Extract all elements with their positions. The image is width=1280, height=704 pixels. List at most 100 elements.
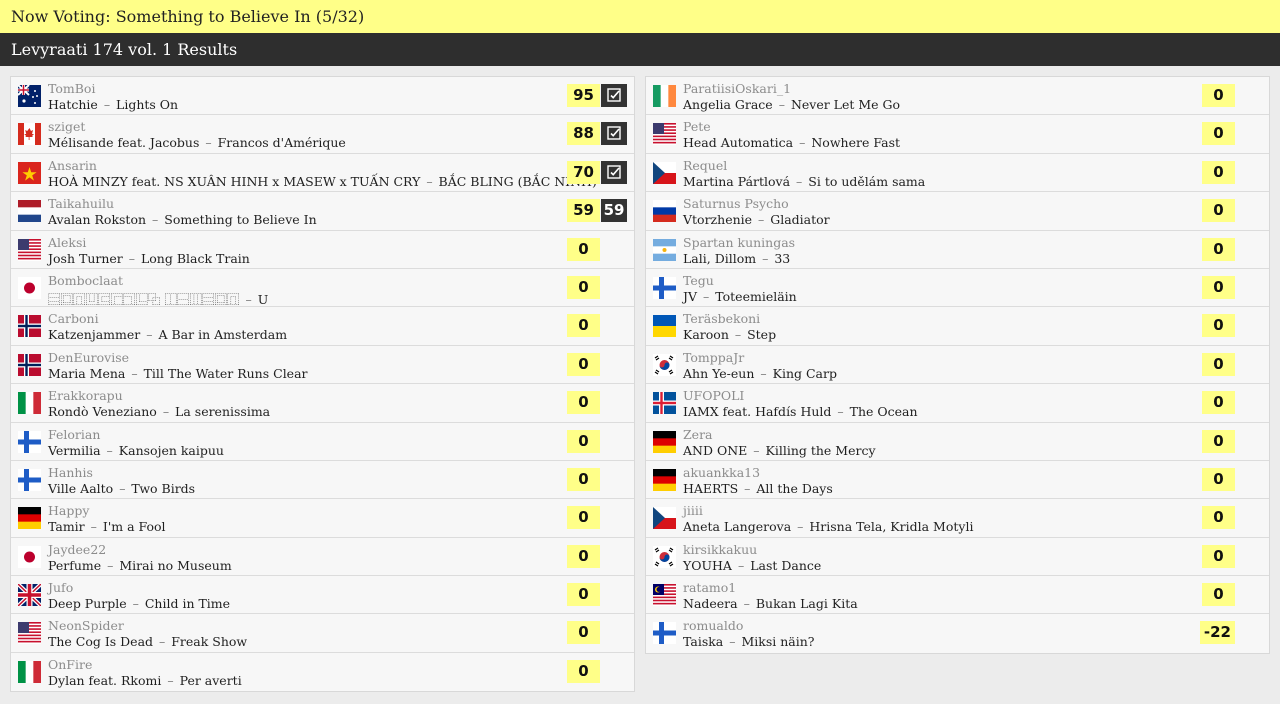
artist-title-separator: – xyxy=(90,519,97,535)
voter-name: sziget xyxy=(48,119,86,135)
voter-name: ParatiisiOskari_1 xyxy=(683,81,792,96)
song-artist: Vermilia xyxy=(48,442,101,458)
voter-name: Taikahuilu xyxy=(48,196,114,212)
flag-is-icon xyxy=(653,392,676,415)
score-badge: 0 xyxy=(567,314,600,338)
song-title: Nowhere Fast xyxy=(811,135,901,151)
score-badge: 0 xyxy=(1202,275,1235,299)
voter-name: Requel xyxy=(683,157,728,173)
song-info: Taiska – Miksi näin? xyxy=(683,634,815,649)
artist-title-separator: – xyxy=(744,480,751,496)
song-title: Per averti xyxy=(179,672,242,688)
score-badge: 0 xyxy=(567,275,600,299)
voter-name: Erakkorapu xyxy=(48,388,123,404)
voter-name: Felorian xyxy=(48,426,101,442)
artist-title-separator: – xyxy=(796,173,803,189)
voter-name: Zera xyxy=(683,426,713,442)
song-title: Mirai no Museum xyxy=(119,557,232,573)
result-row: ParatiisiOskari_1 Angelia Grace – Never L… xyxy=(646,77,1269,116)
result-row: Teräsbekoni Karoon – Step 0 xyxy=(646,307,1269,346)
artist-title-separator: – xyxy=(152,212,159,228)
artist-title-separator: – xyxy=(729,634,736,650)
song-artist: Ahn Ye-eun xyxy=(683,365,755,381)
song-info: Aneta Langerova – Hrisna Tela, Kridla Mo… xyxy=(683,519,973,534)
song-info: Katzenjammer – A Bar in Amsterdam xyxy=(48,327,287,342)
artist-title-separator: – xyxy=(760,365,767,381)
artist-title-separator: – xyxy=(797,519,804,535)
score-badge: 0 xyxy=(567,237,600,261)
score-badge: 0 xyxy=(1202,237,1235,261)
artist-title-separator: – xyxy=(119,480,126,496)
song-info: Avalan Rokston – Something to Believe In xyxy=(48,212,317,227)
artist-title-separator: – xyxy=(426,173,433,189)
voter-name: DenEurovise xyxy=(48,349,130,365)
voter-name: TomppaJr xyxy=(683,349,745,365)
song-title: I'm a Fool xyxy=(102,519,166,535)
score-badge: 0 xyxy=(1202,391,1235,415)
result-row: Erakkorapu Rondò Veneziano – La serenissi… xyxy=(11,384,634,423)
flag-jp-icon xyxy=(18,276,41,299)
song-info: HOÀ MINZY feat. NS XUÂN HINH x MASEW x T… xyxy=(48,174,597,189)
artist-title-separator: – xyxy=(159,634,166,650)
result-row: TomBoi Hatchie – Lights On 95 xyxy=(11,77,634,116)
score-badge: 0 xyxy=(1202,506,1235,530)
song-title: Two Birds xyxy=(131,480,196,496)
artist-title-separator: – xyxy=(758,212,765,228)
artist-title-separator: – xyxy=(743,596,750,612)
song-info: Perfume – Mirai no Museum xyxy=(48,558,232,573)
result-row: Ansarin HOÀ MINZY feat. NS XUÂN HINH x MA… xyxy=(11,154,634,193)
song-artist: Head Automatica xyxy=(683,135,794,151)
flag-fi-icon xyxy=(653,622,676,645)
score-badge: 95 xyxy=(567,84,600,107)
song-info: IAMX feat. Hafdís Huld – The Ocean xyxy=(683,404,918,419)
song-artist: Lali, Dillom xyxy=(683,250,757,266)
song-info: Angelia Grace – Never Let Me Go xyxy=(683,97,900,112)
result-row: Tegu JV – Toteemieläin 0 xyxy=(646,269,1269,308)
voted-check-icon xyxy=(601,122,627,146)
score-badge: 0 xyxy=(567,506,600,530)
song-info: YOUHA – Last Dance xyxy=(683,558,821,573)
results-column-right: ParatiisiOskari_1 Angelia Grace – Never L… xyxy=(645,76,1270,654)
song-artist: Avalan Rokston xyxy=(48,212,147,228)
song-artist: The Cog Is Dead xyxy=(48,634,154,650)
score-badge: 70 xyxy=(567,160,600,184)
score-badge: 0 xyxy=(567,391,600,415)
flag-fi-icon xyxy=(18,430,41,453)
flag-us-icon xyxy=(18,238,41,261)
score-badge: 0 xyxy=(1202,544,1235,568)
voter-name: Tegu xyxy=(683,272,714,288)
song-title: 33 xyxy=(774,250,791,266)
voter-name: Hanhis xyxy=(48,464,93,480)
flag-nl-icon xyxy=(18,200,41,223)
song-info: Vermilia – Kansojen kaipuu xyxy=(48,443,224,458)
flag-vn-icon xyxy=(18,161,41,184)
voter-name: Bomboclaat xyxy=(48,272,124,288)
score-badge: 88 xyxy=(567,122,600,146)
voter-name: Carboni xyxy=(48,311,99,327)
voter-name: OnFire xyxy=(48,656,93,672)
result-row: Jufo Deep Purple – Child in Time 0 xyxy=(11,576,634,615)
voter-name: jiiii xyxy=(683,503,703,519)
flag-us-icon xyxy=(653,123,676,146)
song-title: Killing the Mercy xyxy=(765,442,876,458)
artist-title-separator: – xyxy=(837,404,844,420)
song-title: Never Let Me Go xyxy=(790,97,901,112)
result-row: Carboni Katzenjammer – A Bar in Amsterdam… xyxy=(11,307,634,346)
voter-name: Pete xyxy=(683,119,711,135)
score-badge: 0 xyxy=(1202,314,1235,338)
flag-ie-icon xyxy=(653,85,676,107)
voted-check-icon xyxy=(601,84,627,107)
song-info: HAERTS – All the Days xyxy=(683,481,833,496)
artist-title-separator: – xyxy=(734,327,742,343)
score-badge: 0 xyxy=(567,429,600,453)
song-title: The Ocean xyxy=(849,404,918,420)
song-artist: HOÀ MINZY feat. NS XUÂN HINH x MASEW x T… xyxy=(48,173,421,189)
artist-title-separator: – xyxy=(167,672,174,688)
song-info: Vtorzhenie – Gladiator xyxy=(683,212,830,227)
song-artist: Deep Purple xyxy=(48,596,127,612)
score-badge: 0 xyxy=(567,352,600,376)
score-badge: 59 xyxy=(567,199,600,223)
result-row: NeonSpider The Cog Is Dead – Freak Show 0 xyxy=(11,614,634,653)
voter-name: UFOPOLI xyxy=(683,388,745,404)
flag-ua-icon xyxy=(653,315,676,338)
